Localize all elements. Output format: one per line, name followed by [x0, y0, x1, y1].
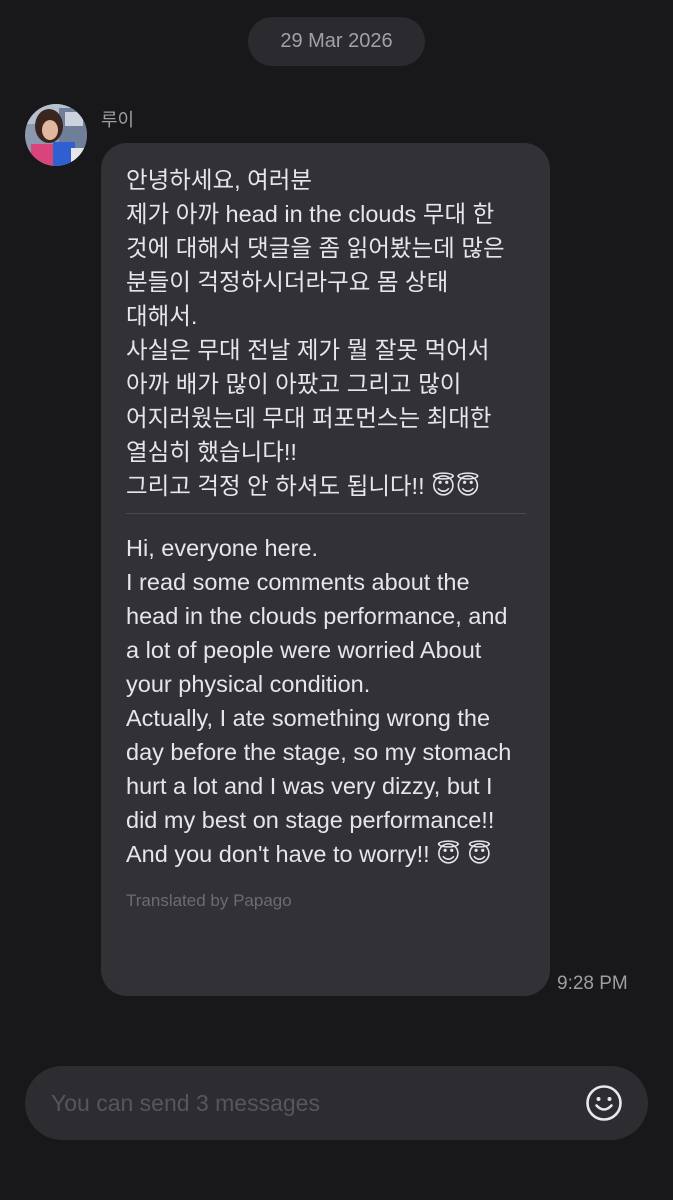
message-composer[interactable] [25, 1066, 648, 1140]
smiley-face-icon [586, 1085, 622, 1121]
translation-divider [126, 513, 526, 514]
emoji-button[interactable] [585, 1084, 623, 1122]
message-original-text: 안녕하세요, 여러분 제가 아까 head in the clouds 무대 한… [126, 167, 505, 499]
avatar-image [25, 104, 87, 166]
sender-name: 루이 [101, 110, 135, 130]
message-translated-text: Hi, everyone here. I read some comments … [126, 535, 512, 867]
avatar[interactable] [25, 104, 87, 166]
message-bubble[interactable]: 안녕하세요, 여러분 제가 아까 head in the clouds 무대 한… [101, 143, 550, 996]
message-timestamp: 9:28 PM [557, 973, 628, 994]
date-separator: 29 Mar 2026 [248, 17, 425, 66]
message-input[interactable] [51, 1066, 571, 1140]
translation-credit: Translated by Papago [126, 891, 292, 910]
